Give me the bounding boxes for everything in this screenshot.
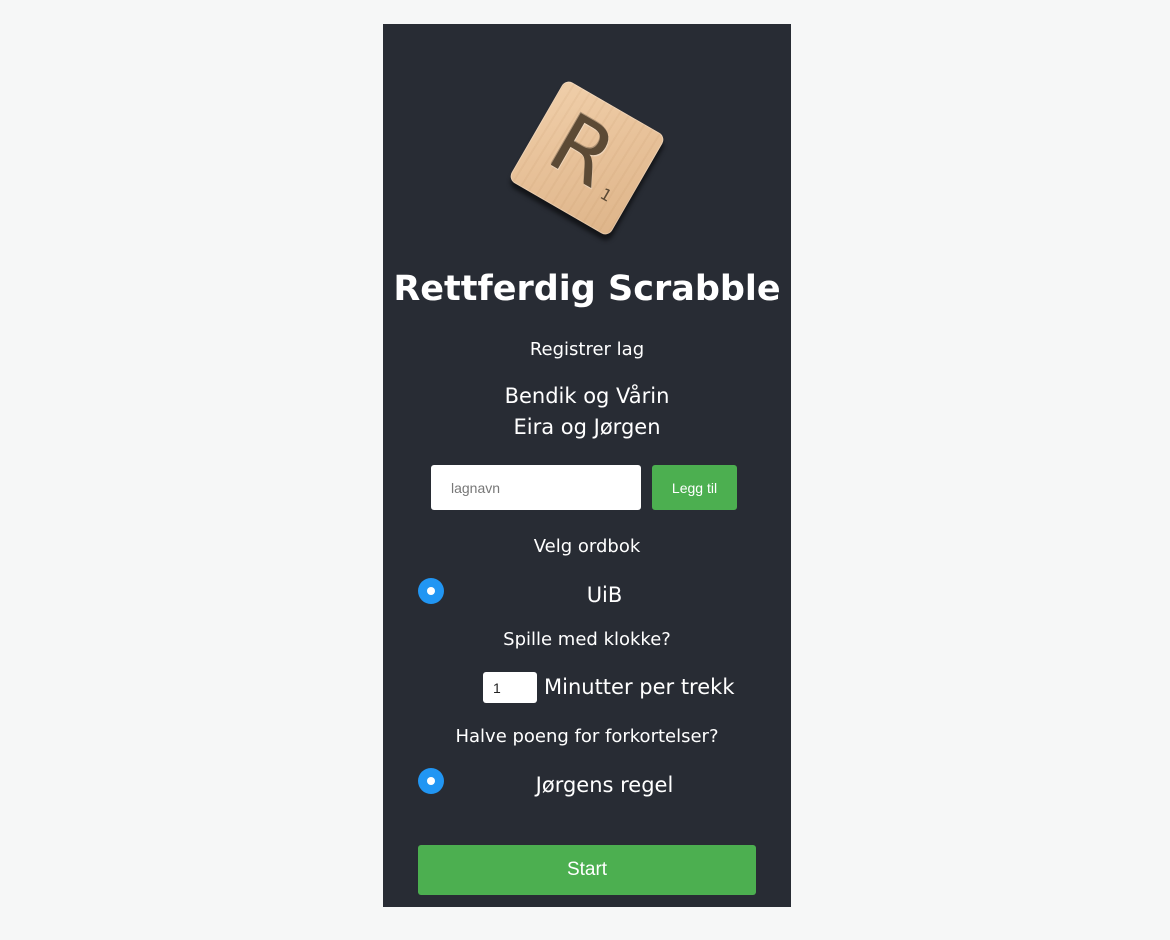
minutes-per-move-label: Minutter per trekk	[544, 675, 735, 699]
page-title: Rettferdig Scrabble	[393, 269, 781, 309]
add-team-button[interactable]: Legg til	[652, 465, 737, 510]
register-teams-heading: Registrer lag	[529, 339, 645, 360]
team-list: Bendik og Vårin Eira og Jørgen	[383, 381, 791, 443]
team-name-input[interactable]	[431, 465, 641, 510]
start-button[interactable]: Start	[418, 845, 756, 895]
team-list-item: Bendik og Vårin	[504, 384, 670, 408]
dictionary-heading: Velg ordbok	[533, 536, 641, 557]
team-list-item: Eira og Jørgen	[513, 415, 661, 439]
scrabble-tile-logo: R 1	[495, 66, 679, 250]
jorgens-rule-label[interactable]: Jørgens regel	[418, 770, 791, 800]
clock-heading: Spille med klokke?	[503, 629, 671, 650]
abbreviations-heading: Halve poeng for forkortelser?	[455, 726, 719, 747]
wooden-tile: R 1	[507, 78, 667, 238]
setup-panel: R 1 Rettferdig Scrabble Registrer lag Be…	[383, 24, 791, 907]
dictionary-option-label[interactable]: UiB	[418, 580, 791, 610]
minutes-per-move-input[interactable]	[483, 672, 537, 703]
